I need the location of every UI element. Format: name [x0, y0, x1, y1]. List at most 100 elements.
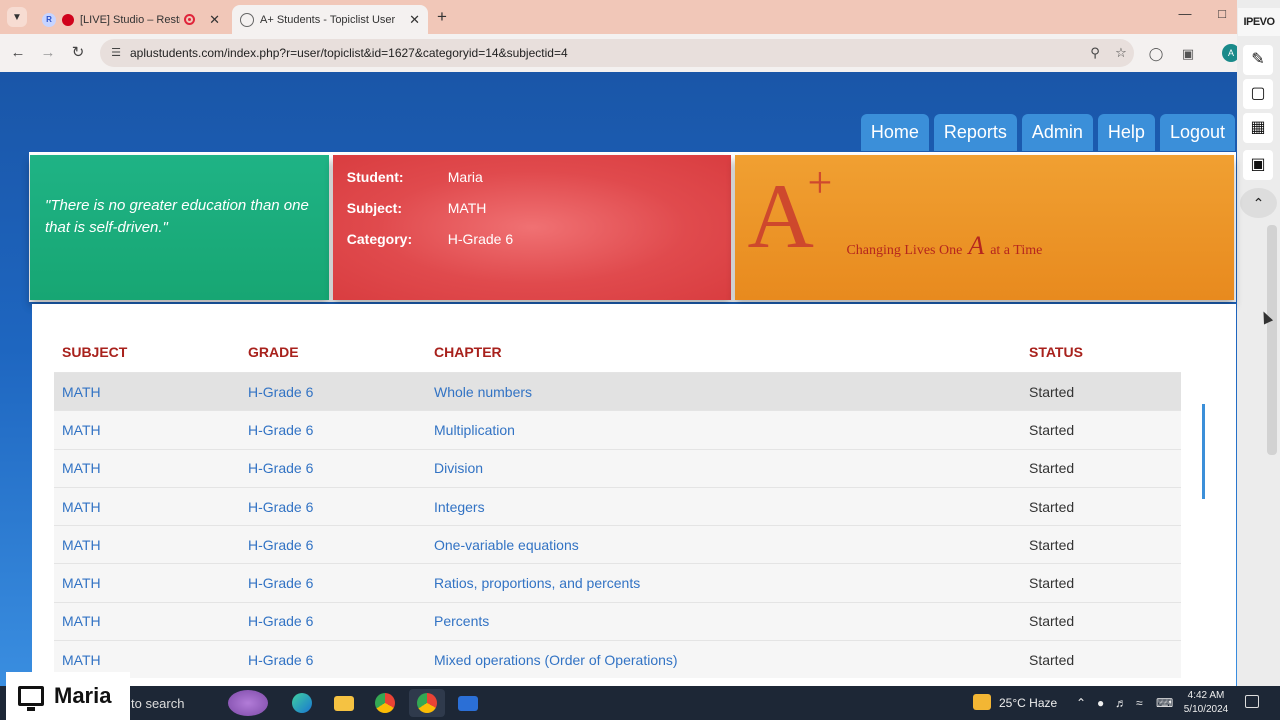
collapse-chevron-up-icon[interactable]: ⌃ [1240, 188, 1277, 218]
subject-row: Subject: MATH [347, 200, 732, 231]
weather-text[interactable]: 25°C Haze [999, 696, 1057, 710]
bookmark-star-icon[interactable]: ☆ [1108, 45, 1134, 61]
notification-icon[interactable] [1245, 695, 1259, 708]
student-row: Student: Maria [347, 169, 732, 200]
cell-status: Started [1029, 575, 1075, 592]
maximize-icon[interactable]: □ [1207, 6, 1237, 21]
cell-chapter[interactable]: Multiplication [426, 422, 1021, 438]
url-text[interactable]: aplustudents.com/index.php?r=user/topicl… [130, 46, 1082, 60]
search-highlight-icon[interactable] [228, 690, 268, 716]
extensions-puzzle-icon[interactable]: ▣ [1179, 45, 1197, 63]
cell-subject[interactable]: MATH [54, 422, 240, 438]
annotate-pen-icon[interactable]: ✎ [1243, 45, 1273, 75]
aplus-logo-plus: + [807, 158, 833, 207]
cell-grade[interactable]: H-Grade 6 [240, 422, 426, 438]
shield-extension-icon[interactable]: ◯ [1147, 45, 1165, 63]
ipevo-toolbar: IPEVO ✎ ▢ ▦ ▣ ⌃ [1237, 0, 1280, 686]
cell-grade[interactable]: H-Grade 6 [240, 613, 426, 629]
table-row[interactable]: MATH H-Grade 6 Multiplication Started [54, 410, 1181, 449]
table-row[interactable]: MATH H-Grade 6 Integers Started [54, 486, 1181, 526]
category-label: Category: [346, 231, 413, 247]
table-row[interactable]: MATH H-Grade 6 Whole numbers Started [54, 372, 1181, 411]
aplus-students-page: Home Reports Admin Help Logout "There is… [0, 72, 1237, 686]
cell-subject[interactable]: MATH [54, 575, 240, 591]
table-row[interactable]: MATH H-Grade 6 Division Started [54, 448, 1181, 487]
cell-subject[interactable]: MATH [54, 499, 240, 515]
nav-help[interactable]: Help [1097, 114, 1155, 151]
nav-reports[interactable]: Reports [933, 114, 1017, 151]
tab-search-chevron-icon[interactable]: ▼ [7, 7, 27, 27]
tagline-end: at a Time [990, 243, 1043, 258]
tray-chevron-icon[interactable]: ⌃ [1076, 696, 1086, 710]
user-name: Maria [54, 683, 112, 708]
cell-subject[interactable]: MATH [54, 384, 240, 400]
nav-logout[interactable]: Logout [1159, 114, 1235, 151]
aplus-logo: A [747, 165, 814, 267]
table-row[interactable]: MATH H-Grade 6 Ratios, proportions, and pe… [54, 563, 1181, 602]
tagline-start: Changing Lives One [846, 243, 963, 258]
selection-icon[interactable]: ▦ [1243, 113, 1273, 143]
speaker-icon[interactable]: ♬ [1115, 696, 1127, 710]
minimize-icon[interactable]: — [1170, 6, 1200, 21]
column-chapter: CHAPTER [434, 344, 502, 360]
cell-subject[interactable]: MATH [54, 460, 240, 476]
cell-chapter[interactable]: Mixed operations (Order of Operations) [426, 652, 1021, 668]
column-grade: GRADE [248, 344, 299, 360]
topic-list-container: SUBJECT GRADE CHAPTER STATUS MATH H-Grade… [32, 304, 1236, 686]
address-bar[interactable]: ☰ aplustudents.com/index.php?r=user/topi… [100, 39, 1134, 67]
whiteboard-app-icon[interactable] [450, 689, 486, 717]
monitor-icon [18, 686, 44, 711]
microphone-icon[interactable]: ● [1097, 696, 1104, 710]
cell-status: Started [1029, 613, 1075, 630]
camera-icon[interactable]: ▣ [1243, 150, 1273, 180]
system-clock[interactable]: 4:42 AM 5/10/2024 [1182, 689, 1230, 717]
taskbar-search-text[interactable]: to search [131, 696, 184, 711]
nav-admin[interactable]: Admin [1021, 114, 1093, 151]
cell-chapter[interactable]: Ratios, proportions, and percents [426, 575, 1021, 591]
file-explorer-icon[interactable] [326, 689, 362, 717]
table-row[interactable]: MATH H-Grade 6 Mixed operations (Order of … [54, 640, 1181, 679]
quote-panel: "There is no greater education than one … [30, 155, 329, 300]
cell-grade[interactable]: H-Grade 6 [240, 537, 426, 553]
chrome-active-app-icon[interactable] [409, 689, 445, 717]
back-arrow-icon[interactable]: ← [8, 43, 28, 63]
tab-restream[interactable]: R [LIVE] Studio – Restream ✕ [34, 5, 228, 34]
cell-chapter[interactable]: One-variable equations [426, 537, 1021, 553]
cell-chapter[interactable]: Division [426, 460, 1021, 476]
site-settings-icon[interactable]: ☰ [108, 45, 124, 61]
tab-close-icon[interactable]: ✕ [209, 12, 220, 28]
cell-subject[interactable]: MATH [54, 613, 240, 629]
edge-app-icon[interactable] [284, 689, 320, 717]
new-tab-plus-icon[interactable]: + [432, 6, 452, 28]
cell-subject[interactable]: MATH [54, 537, 240, 553]
cell-grade[interactable]: H-Grade 6 [240, 384, 426, 400]
chrome-app-icon[interactable] [367, 689, 403, 717]
page-scrollbar-thumb[interactable] [1267, 225, 1277, 455]
cell-grade[interactable]: H-Grade 6 [240, 499, 426, 515]
wifi-icon[interactable]: ≈ [1136, 696, 1143, 710]
table-row[interactable]: MATH H-Grade 6 One-variable equations Start… [54, 525, 1181, 564]
cell-grade[interactable]: H-Grade 6 [240, 460, 426, 476]
brand-panel: A + Changing Lives One Aat a Time [735, 155, 1234, 300]
cell-chapter[interactable]: Whole numbers [426, 384, 1021, 400]
cell-subject[interactable]: MATH [54, 652, 240, 668]
tab-aplus-students[interactable]: A+ Students - Topiclist User ✕ [232, 5, 428, 34]
reload-icon[interactable]: ↻ [68, 43, 88, 63]
windows-taskbar: to search [0, 686, 1280, 720]
tab-close-icon[interactable]: ✕ [409, 12, 420, 28]
table-row[interactable]: MATH H-Grade 6 Percents Started [54, 601, 1181, 641]
keyboard-icon[interactable]: ⌨ [1156, 696, 1173, 710]
category-value: H-Grade 6 [447, 231, 514, 247]
student-info-panel: Student: Maria Subject: MATH Category: H… [332, 155, 732, 300]
haze-weather-icon [973, 694, 991, 710]
cell-grade[interactable]: H-Grade 6 [240, 575, 426, 591]
cell-chapter[interactable]: Percents [426, 613, 1021, 629]
cell-chapter[interactable]: Integers [426, 499, 1021, 515]
category-row: Category: H-Grade 6 [347, 231, 732, 262]
forward-arrow-icon[interactable]: → [38, 43, 58, 63]
cell-grade[interactable]: H-Grade 6 [240, 652, 426, 668]
whiteboard-icon[interactable]: ▢ [1243, 79, 1273, 109]
zoom-magnifier-icon[interactable]: ⚲ [1082, 45, 1108, 61]
nav-home[interactable]: Home [860, 114, 929, 151]
table-scrollbar[interactable] [1202, 404, 1205, 499]
